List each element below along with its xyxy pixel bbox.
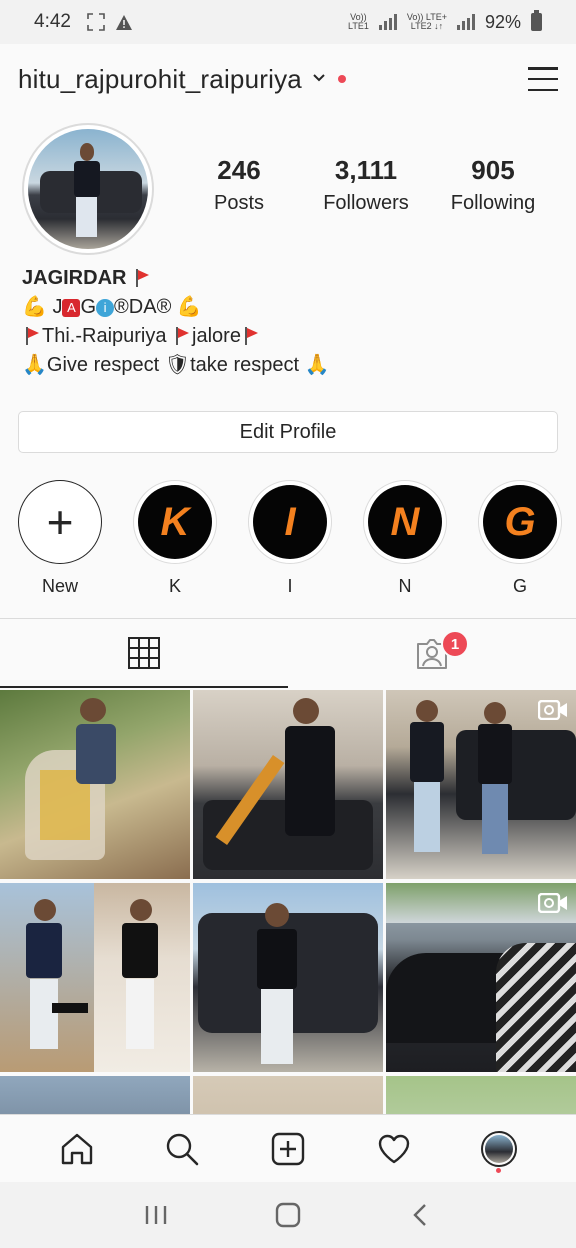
back-icon <box>413 1204 426 1226</box>
profile-tabs: 1 <box>0 618 576 688</box>
notification-dot <box>496 1167 502 1173</box>
profile-bio: JAGIRDAR 💪 J A Gi ®DA® 💪 Thi.-Raipuriya jal… <box>22 264 330 380</box>
post-thumbnail[interactable] <box>386 690 576 879</box>
system-navigation-bar <box>0 1182 576 1248</box>
status-time: 4:42 <box>34 11 71 32</box>
recent-apps-icon <box>145 1206 167 1224</box>
highlight-cover: I <box>253 485 327 559</box>
post-thumbnail[interactable] <box>386 883 576 1072</box>
posts-stat[interactable]: 246 Posts <box>176 155 302 215</box>
highlight-cover: K <box>138 485 212 559</box>
red-flag-icon <box>244 327 258 345</box>
chevron-down-icon[interactable] <box>312 70 326 88</box>
plus-icon: + <box>18 480 102 564</box>
bio-line-4: 🙏Give respect 🛡take respect 🙏 <box>22 354 330 376</box>
profile-avatar[interactable] <box>22 123 154 255</box>
nav-new-post[interactable] <box>258 1119 318 1179</box>
search-icon <box>167 1133 199 1165</box>
post-thumbnail[interactable] <box>0 883 190 1072</box>
highlight-g[interactable]: G G <box>478 480 562 597</box>
home-icon <box>61 1133 92 1164</box>
post-thumbnail[interactable] <box>193 1076 383 1114</box>
tab-tagged[interactable]: 1 <box>288 619 576 688</box>
display-name: JAGIRDAR <box>22 267 127 289</box>
bio-name-line: JAGIRDAR <box>22 264 330 293</box>
nav-profile[interactable] <box>469 1119 529 1179</box>
recent-apps-button[interactable] <box>126 1190 186 1240</box>
signal-icon <box>378 14 397 30</box>
red-flag-icon <box>26 327 39 345</box>
status-bar: 4:42 Vo)) LTE1 Vo)) LTE+ LTE2 ↓↑ 92% <box>0 0 576 44</box>
nav-home[interactable] <box>47 1119 107 1179</box>
battery-icon <box>531 10 542 31</box>
tab-grid[interactable] <box>0 619 288 688</box>
screenshot-icon <box>87 13 105 31</box>
home-square-icon <box>275 1202 301 1228</box>
red-flag-icon <box>136 269 150 287</box>
post-thumbnail[interactable] <box>0 1076 190 1114</box>
bottom-navigation <box>0 1114 576 1182</box>
registered-r-icon: ® <box>114 296 129 318</box>
nav-activity[interactable] <box>364 1119 424 1179</box>
folded-hands-icon: 🙏 <box>304 354 330 376</box>
highlight-new[interactable]: + New <box>18 480 102 597</box>
home-button[interactable] <box>258 1190 318 1240</box>
profile-header: hitu_rajpurohit_raipuriya <box>0 44 576 114</box>
bio-line-2: 💪 J A Gi ®DA® 💪 <box>22 296 202 318</box>
folded-hands-icon: 🙏 <box>22 354 47 376</box>
nav-search[interactable] <box>152 1119 212 1179</box>
network-lte2: Vo)) LTE+ LTE2 ↓↑ <box>406 12 447 31</box>
flexed-biceps-icon: 💪 <box>22 296 47 318</box>
post-thumbnail[interactable] <box>386 1076 576 1114</box>
avatar <box>481 1130 518 1167</box>
post-thumbnail[interactable] <box>0 690 190 879</box>
flexed-biceps-icon: 💪 <box>176 296 202 318</box>
shield-icon: 🛡 <box>164 354 191 376</box>
notification-dot <box>337 75 346 83</box>
letter-a-box-icon: A <box>62 299 81 317</box>
following-stat[interactable]: 905 Following <box>430 155 556 215</box>
warning-icon <box>115 14 132 30</box>
post-thumbnail[interactable] <box>193 690 383 879</box>
red-flag-icon <box>176 327 190 345</box>
bio-line-3: Thi.-Raipuriya jalore <box>22 322 330 351</box>
tagged-badge: 1 <box>441 630 469 658</box>
highlight-cover: N <box>368 485 442 559</box>
posts-grid <box>0 690 576 1114</box>
video-icon <box>538 893 567 913</box>
network-lte1: Vo)) LTE1 <box>348 12 369 31</box>
highlight-k[interactable]: K K <box>133 480 217 597</box>
followers-stat[interactable]: 3,111 Followers <box>303 155 429 215</box>
signal-icon <box>456 14 475 30</box>
highlight-i[interactable]: I I <box>248 480 332 597</box>
video-icon <box>538 700 567 720</box>
hamburger-menu-icon[interactable] <box>528 67 558 91</box>
story-highlights: + New K K I I N N G G <box>0 480 576 600</box>
profile-stats: 246 Posts 3,111 Followers 905 Following <box>176 155 556 215</box>
heart-icon <box>378 1134 409 1163</box>
post-thumbnail[interactable] <box>193 883 383 1072</box>
edit-profile-button[interactable]: Edit Profile <box>18 411 558 453</box>
add-post-icon <box>271 1132 305 1165</box>
highlight-n[interactable]: N N <box>363 480 447 597</box>
grid-icon <box>128 636 160 669</box>
back-button[interactable] <box>390 1190 450 1240</box>
registered-r-icon: ® <box>156 296 172 318</box>
battery-percent: 92% <box>484 11 521 32</box>
account-switcher[interactable]: hitu_rajpurohit_raipuriya <box>18 64 302 95</box>
highlight-cover: G <box>483 485 557 559</box>
info-i-icon: i <box>96 299 115 317</box>
